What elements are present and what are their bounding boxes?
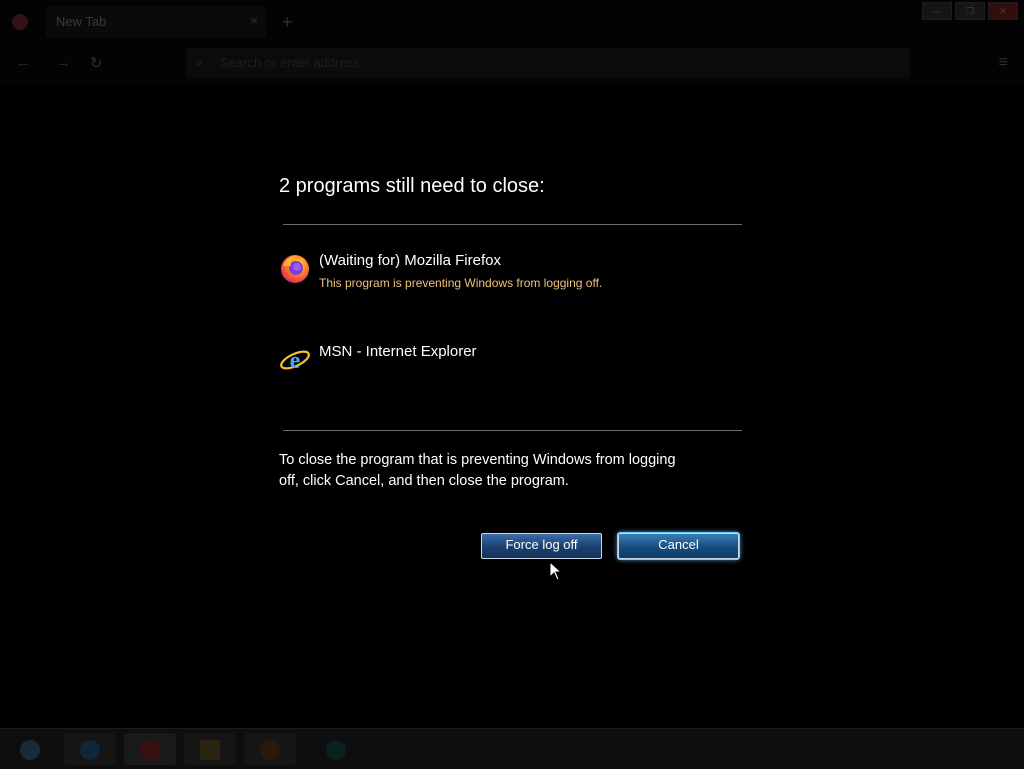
window-controls: — ❐ ✕ xyxy=(922,2,1018,20)
dialog-title: 2 programs still need to close: xyxy=(279,175,545,197)
firefox-icon xyxy=(140,740,160,760)
navigation-toolbar: ← → ↻ ⌕ ≡ xyxy=(0,44,1024,84)
svg-text:e: e xyxy=(290,348,301,374)
program-item-firefox: (Waiting for) Mozilla Firefox This progr… xyxy=(279,252,743,292)
start-orb-icon xyxy=(20,740,40,760)
forward-icon[interactable]: → xyxy=(56,54,71,71)
program-status: This program is preventing Windows from … xyxy=(319,276,603,290)
folder-icon xyxy=(200,740,220,760)
hamburger-menu-icon[interactable]: ≡ xyxy=(999,54,1008,72)
taskbar-item-edge[interactable] xyxy=(310,733,362,765)
edge-icon xyxy=(326,740,346,760)
internet-explorer-icon: e xyxy=(280,348,310,374)
taskbar-item-firefox[interactable] xyxy=(124,733,176,765)
taskbar-item-internet-explorer[interactable] xyxy=(64,733,116,765)
force-log-off-button[interactable]: Force log off xyxy=(481,533,602,559)
search-icon: ⌕ xyxy=(196,54,204,69)
firefox-logo-icon xyxy=(12,14,28,30)
firefox-icon xyxy=(281,255,309,283)
program-item-internet-explorer: e MSN - Internet Explorer xyxy=(279,343,743,383)
maximize-button[interactable]: ❐ xyxy=(955,2,985,20)
background-browser-window: New Tab × + — ❐ ✕ ← → ↻ ⌕ ≡ xyxy=(0,0,1024,90)
close-tab-icon[interactable]: × xyxy=(250,13,258,28)
instructions-text: To close the program that is preventing … xyxy=(279,452,676,489)
reload-icon[interactable]: ↻ xyxy=(90,54,103,72)
logoff-dialog: 2 programs still need to close: (Waiting… xyxy=(279,170,743,570)
mouse-pointer-icon xyxy=(549,561,563,581)
internet-explorer-icon xyxy=(80,740,100,760)
top-divider xyxy=(283,224,742,225)
program-name: (Waiting for) Mozilla Firefox xyxy=(319,252,501,269)
bottom-divider xyxy=(283,430,742,431)
tab-strip: New Tab × + — ❐ ✕ xyxy=(0,0,1024,44)
minimize-button[interactable]: — xyxy=(922,2,952,20)
taskbar-item-media[interactable] xyxy=(244,733,296,765)
address-input[interactable] xyxy=(218,54,822,71)
taskbar xyxy=(0,728,1024,769)
program-name: MSN - Internet Explorer xyxy=(319,343,477,360)
taskbar-item-explorer[interactable] xyxy=(184,733,236,765)
tab-title: New Tab xyxy=(56,14,107,29)
back-icon[interactable]: ← xyxy=(16,54,31,71)
address-bar[interactable]: ⌕ xyxy=(186,48,910,78)
tab-new-tab[interactable]: New Tab × xyxy=(46,6,266,38)
start-button[interactable] xyxy=(4,733,56,765)
cancel-button[interactable]: Cancel xyxy=(618,533,739,559)
close-window-button[interactable]: ✕ xyxy=(988,2,1018,20)
media-player-icon xyxy=(260,740,280,760)
new-tab-button[interactable]: + xyxy=(282,12,293,33)
